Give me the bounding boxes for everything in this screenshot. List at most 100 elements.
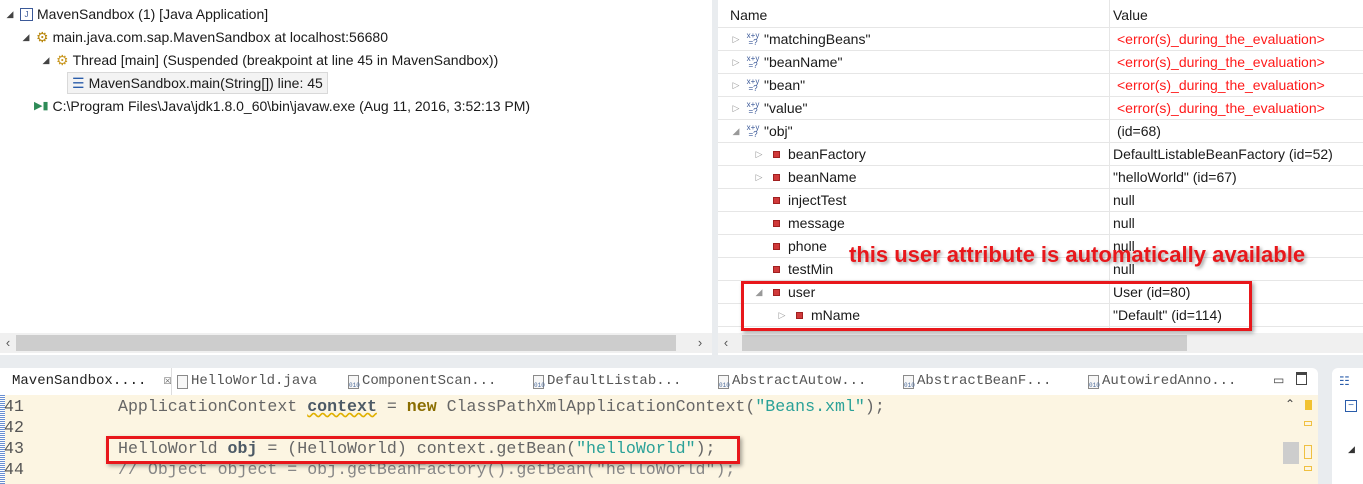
horizontal-scrollbar[interactable]: ‹ › xyxy=(0,333,712,353)
variable-row[interactable]: ▷ beanName "helloWorld" (id=67) xyxy=(718,166,1363,189)
variable-row[interactable]: ▷ x+y =? "bean" <error(s)_during_the_evaluat… xyxy=(718,74,1363,97)
class-file-icon: 010 xyxy=(533,374,545,389)
vertical-scrollbar[interactable]: ⌃ xyxy=(1282,395,1300,484)
collapsed-icon[interactable]: ▷ xyxy=(730,28,742,50)
close-icon[interactable]: ☒ xyxy=(163,368,171,395)
expanded-icon[interactable]: ◢ xyxy=(730,120,742,142)
class-file-icon: 010 xyxy=(718,374,730,389)
collapsed-icon[interactable]: ▷ xyxy=(753,166,765,188)
variable-name: phone xyxy=(788,238,827,254)
variable-name-cell: injectTest xyxy=(753,189,846,211)
tab-abstractautow[interactable]: 010 AbstractAutow... xyxy=(718,368,866,395)
tree-item-process[interactable]: ▶▮ C:\Program Files\Java\jdk1.8.0_60\bin\… xyxy=(34,95,530,117)
variable-value: null xyxy=(1113,215,1135,231)
variable-name: "value" xyxy=(764,100,808,116)
overview-marker[interactable] xyxy=(1304,421,1312,426)
column-value[interactable]: Value xyxy=(1113,4,1148,26)
overview-marker[interactable] xyxy=(1305,400,1312,410)
variable-name-cell: phone xyxy=(753,235,827,257)
class-file-icon: 010 xyxy=(348,374,360,389)
java-app-icon: J xyxy=(20,7,33,21)
outline-view: ☷ − ◢ xyxy=(1332,368,1363,484)
variable-name-cell: ◢ x+y =? "obj" xyxy=(730,120,793,142)
tree-item-target[interactable]: ◢ ⚙ main.java.com.sap.MavenSandbox at loca… xyxy=(20,26,388,48)
horizontal-scrollbar[interactable]: ‹ xyxy=(718,333,1363,353)
scroll-right-icon[interactable]: › xyxy=(692,333,708,353)
expanded-icon[interactable]: ◢ xyxy=(1348,444,1355,455)
expanded-icon[interactable]: ◢ xyxy=(4,3,16,25)
debug-target-icon: ⚙ xyxy=(36,29,49,45)
variable-name: message xyxy=(788,215,845,231)
tab-abstractbeanf[interactable]: 010 AbstractBeanF... xyxy=(903,368,1051,395)
variable-row[interactable]: ▷ x+y =? "matchingBeans" <error(s)_during_th… xyxy=(718,28,1363,51)
stack-frame-icon: ☰ xyxy=(72,75,85,91)
variable-row[interactable]: message null xyxy=(718,212,1363,235)
annotation-text: this user attribute is automatically ava… xyxy=(849,242,1306,267)
variable-row[interactable]: ◢ x+y =? "obj" (id=68) xyxy=(718,120,1363,143)
variable-value: <error(s)_during_the_evaluation> xyxy=(1117,77,1325,93)
variable-value: "helloWorld" (id=67) xyxy=(1113,169,1237,185)
scroll-up-icon[interactable]: ⌃ xyxy=(1285,397,1295,411)
variable-name: beanFactory xyxy=(788,146,866,162)
field-icon xyxy=(773,196,780,204)
field-icon xyxy=(773,173,780,181)
collapsed-icon[interactable]: ▷ xyxy=(730,97,742,119)
tab-componentscan[interactable]: 010 ComponentScan... xyxy=(348,368,496,395)
variable-value: <error(s)_during_the_evaluation> xyxy=(1117,100,1325,116)
tab-mavensandbox[interactable]: MavenSandbox.... ☒ xyxy=(0,368,172,395)
overview-marker[interactable] xyxy=(1304,445,1312,459)
debug-view: ◢ J MavenSandbox (1) [Java Application] ◢ ⚙… xyxy=(0,0,712,355)
variable-row[interactable]: injectTest null xyxy=(718,189,1363,212)
field-icon xyxy=(773,219,780,227)
variable-row[interactable]: ▷ x+y =? "beanName" <error(s)_during_the_eva… xyxy=(718,51,1363,74)
variable-name: "obj" xyxy=(764,123,793,139)
java-file-icon xyxy=(177,374,188,389)
collapsed-icon[interactable]: ▷ xyxy=(730,74,742,96)
variable-row[interactable]: ▷ x+y =? "value" <error(s)_during_the_evalua… xyxy=(718,97,1363,120)
variable-name: injectTest xyxy=(788,192,847,208)
variable-value: DefaultListableBeanFactory (id=52) xyxy=(1113,146,1333,162)
line-number: 41 xyxy=(4,397,24,416)
expression-icon: x+y =? xyxy=(746,31,760,47)
collapsed-icon[interactable]: ▷ xyxy=(753,143,765,165)
expression-icon: x+y =? xyxy=(746,100,760,116)
tree-item-thread[interactable]: ◢ ⚙ Thread [main] (Suspended (breakpoint a… xyxy=(40,49,499,71)
variable-value: <error(s)_during_the_evaluation> xyxy=(1117,54,1325,70)
variable-name: beanName xyxy=(788,169,857,185)
collapsed-icon[interactable]: ▷ xyxy=(730,51,742,73)
minimize-icon[interactable]: ▭ xyxy=(1273,373,1284,387)
scroll-thumb[interactable] xyxy=(16,335,676,351)
variable-name-cell: ▷ x+y =? "bean" xyxy=(730,74,806,96)
tree-item-stack-frame[interactable]: ☰ MavenSandbox.main(String[]) line: 45 xyxy=(67,72,328,94)
expanded-icon[interactable]: ◢ xyxy=(20,26,32,48)
variable-value: <error(s)_during_the_evaluation> xyxy=(1117,31,1325,47)
line-number: 43 xyxy=(4,439,24,458)
variable-name-cell: ▷ x+y =? "value" xyxy=(730,97,808,119)
variable-name-cell: ▷ x+y =? "matchingBeans" xyxy=(730,28,871,50)
outline-icon[interactable]: ☷ xyxy=(1339,374,1350,388)
maximize-icon[interactable] xyxy=(1296,372,1307,385)
variable-name-cell: ▷ beanName xyxy=(753,166,857,188)
tab-autowiredanno[interactable]: 010 AutowiredAnno... xyxy=(1088,368,1236,395)
tab-helloworld[interactable]: HelloWorld.java xyxy=(177,368,317,395)
line-number: 44 xyxy=(4,460,24,479)
variable-row[interactable]: ▷ beanFactory DefaultListableBeanFactory (… xyxy=(718,143,1363,166)
scroll-left-icon[interactable]: ‹ xyxy=(718,333,734,353)
variable-name: "matchingBeans" xyxy=(764,31,871,47)
tab-defaultlistab[interactable]: 010 DefaultListab... xyxy=(533,368,681,395)
highlight-box-line-43 xyxy=(106,436,740,464)
collapse-all-icon[interactable]: − xyxy=(1345,400,1357,412)
variable-value: (id=68) xyxy=(1117,123,1161,139)
column-name[interactable]: Name xyxy=(730,4,767,26)
variable-name-cell: ▷ beanFactory xyxy=(753,143,866,165)
expression-icon: x+y =? xyxy=(746,54,760,70)
scroll-thumb[interactable] xyxy=(1283,442,1299,464)
expanded-icon[interactable]: ◢ xyxy=(40,49,52,71)
code-line-41[interactable]: ApplicationContext context = new ClassPa… xyxy=(118,397,885,416)
field-icon xyxy=(773,242,780,250)
overview-marker[interactable] xyxy=(1304,466,1312,471)
scroll-thumb[interactable] xyxy=(742,335,1187,351)
tree-item-launch[interactable]: ◢ J MavenSandbox (1) [Java Application] xyxy=(4,3,269,25)
field-icon xyxy=(773,265,780,273)
scroll-left-icon[interactable]: ‹ xyxy=(0,333,16,353)
